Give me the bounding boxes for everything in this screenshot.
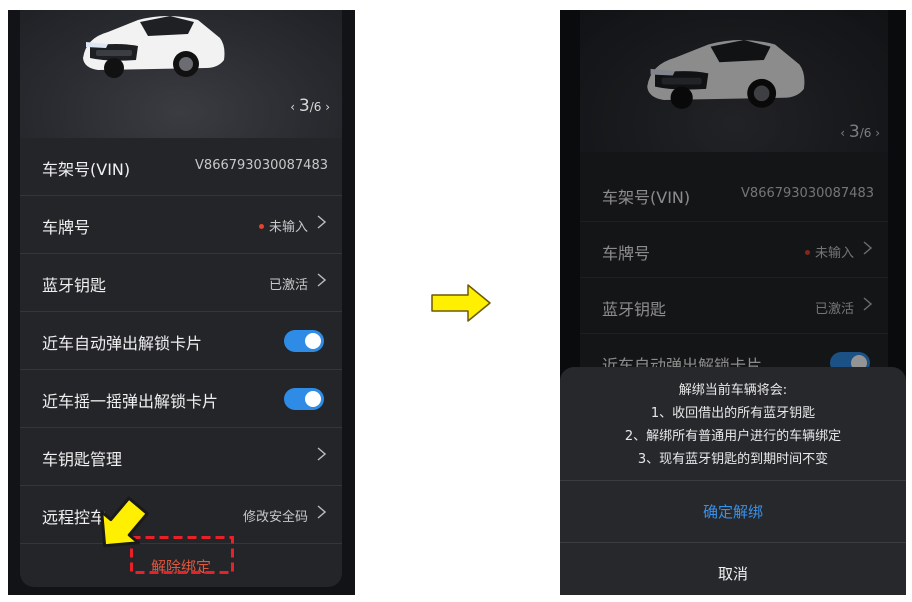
unbind-warning-message: 解绑当前车辆将会: 1、收回借出的所有蓝牙钥匙 2、解绑所有普通用户进行的车辆绑… — [560, 379, 906, 471]
bluetooth-key-label: 蓝牙钥匙 — [42, 276, 107, 295]
bluetooth-key-status: 已激活 — [268, 278, 308, 293]
key-management-label: 车钥匙管理 — [42, 450, 123, 469]
vehicle-card: ‹ 3/6 › 车架号(VIN) V866793030087483 车牌号 未输… — [20, 10, 342, 587]
car-image-carousel[interactable]: ‹ 3/6 › — [20, 10, 342, 138]
pointer-arrow-icon — [100, 496, 149, 548]
image-pager: ‹ 3/6 › — [290, 96, 330, 116]
shake-popup-row: 近车摇一摇弹出解锁卡片 — [20, 370, 342, 428]
plate-row[interactable]: 车牌号 未输入 — [20, 196, 342, 254]
pager-current: 3 — [298, 96, 310, 116]
shake-popup-toggle[interactable] — [284, 388, 324, 410]
toggle-knob — [305, 391, 321, 407]
bluetooth-key-row[interactable]: 蓝牙钥匙 已激活 — [20, 254, 342, 312]
auto-popup-toggle[interactable] — [284, 330, 324, 352]
car-image — [83, 16, 225, 78]
auto-popup-label: 近车自动弹出解锁卡片 — [42, 334, 203, 353]
plate-value: 未输入 — [258, 216, 308, 235]
vin-row: 车架号(VIN) V866793030087483 — [20, 138, 342, 196]
toggle-knob — [305, 333, 321, 349]
phone-screen-before: ‹ 3/6 › 车架号(VIN) V866793030087483 车牌号 未输… — [8, 10, 355, 595]
chevron-right-icon — [317, 505, 326, 519]
transition-arrow-icon — [431, 284, 491, 322]
change-security-code: 修改安全码 — [242, 510, 308, 525]
cancel-button[interactable]: 取消 — [560, 563, 906, 584]
vin-value: V866793030087483 — [195, 158, 328, 173]
plate-label: 车牌号 — [42, 218, 91, 237]
plate-value-text: 未输入 — [268, 220, 308, 235]
required-dot — [258, 224, 264, 229]
phone-screen-after: ‹ 3/6 › 车架号(VIN) V866793030087483 车牌号 未输… — [560, 10, 906, 595]
warning-line-2: 2、解绑所有普通用户进行的车辆绑定 — [624, 429, 842, 444]
divider — [560, 480, 906, 481]
auto-popup-row: 近车自动弹出解锁卡片 — [20, 312, 342, 370]
warning-line-3: 3、现有蓝牙钥匙的到期时间不变 — [637, 452, 829, 467]
pager-total: /6 — [309, 100, 322, 114]
vin-label: 车架号(VIN) — [42, 160, 131, 179]
warning-title: 解绑当前车辆将会: — [678, 383, 788, 398]
shake-popup-label: 近车摇一摇弹出解锁卡片 — [42, 392, 219, 411]
chevron-right-icon — [317, 215, 326, 229]
chevron-right-icon — [317, 273, 326, 287]
key-management-row[interactable]: 车钥匙管理 — [20, 428, 342, 486]
warning-line-1: 1、收回借出的所有蓝牙钥匙 — [650, 406, 816, 421]
confirm-unbind-button[interactable]: 确定解绑 — [560, 501, 906, 522]
divider — [560, 542, 906, 543]
chevron-right-icon — [317, 447, 326, 461]
unbind-confirm-sheet: 解绑当前车辆将会: 1、收回借出的所有蓝牙钥匙 2、解绑所有普通用户进行的车辆绑… — [560, 367, 906, 595]
